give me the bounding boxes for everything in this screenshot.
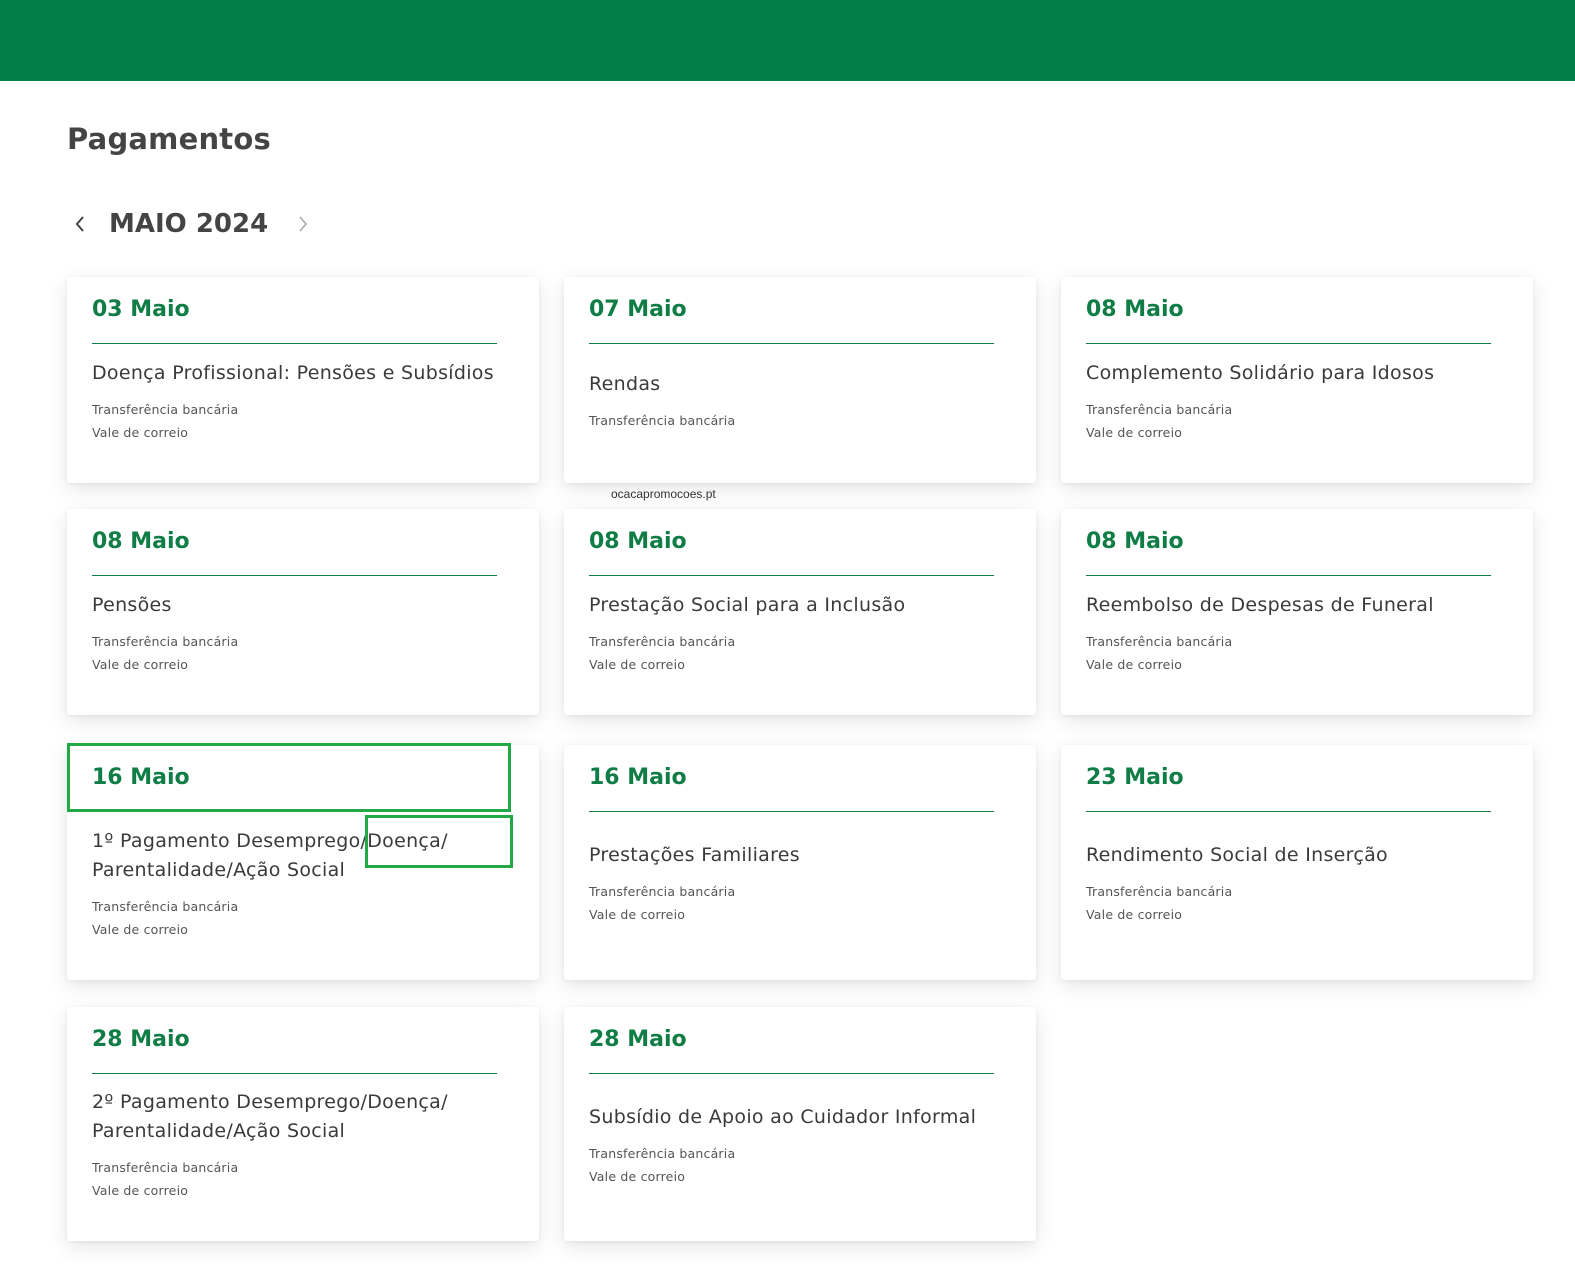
payment-method: Vale de correio (1086, 656, 1183, 672)
payment-card[interactable]: 08 Maio Complemento Solidário para Idoso… (1061, 277, 1533, 483)
payment-card[interactable]: 23 Maio Rendimento Social de Inserção Tr… (1061, 745, 1533, 980)
payment-date: 28 Maio (92, 1027, 190, 1052)
payment-date: 08 Maio (1086, 529, 1184, 554)
payment-method: Vale de correio (92, 656, 189, 672)
payment-title: Pensões (92, 593, 172, 616)
payment-method: Transferência bancária (589, 884, 736, 899)
payment-title: 2º Pagamento Desemprego/Doença/ Parental… (92, 1091, 448, 1142)
payment-method: Transferência bancária (1086, 633, 1233, 649)
payment-title: Reembolso de Despesas de Funeral (1086, 593, 1434, 616)
payment-title: Prestação Social para a Inclusão (589, 593, 906, 616)
payment-date: 08 Maio (92, 529, 190, 554)
payment-title: Rendas (589, 373, 661, 395)
payment-method: Transferência bancária (92, 1160, 239, 1175)
payment-method: Vale de correio (1086, 907, 1183, 922)
payment-title: Subsídio de Apoio ao Cuidador Informal (589, 1105, 977, 1128)
payment-method: Transferência bancária (589, 1145, 736, 1161)
payment-card[interactable]: 16 Maio Prestações Familiares Transferên… (564, 745, 1036, 980)
payment-method: Transferência bancária (589, 413, 736, 428)
payment-date: 16 Maio (589, 765, 687, 790)
payment-method: Transferência bancária (1086, 884, 1233, 899)
payment-method: Vale de correio (589, 907, 686, 922)
payment-title: Doença Profissional: Pensões e Subsídios (92, 361, 494, 384)
payment-method: Transferência bancária (1086, 401, 1233, 417)
payment-method: Transferência bancária (92, 633, 239, 649)
payment-title: Prestações Familiares (589, 844, 800, 866)
chevron-right-icon[interactable] (290, 209, 316, 239)
payment-method: Vale de correio (92, 1183, 189, 1198)
highlight-box-text (365, 815, 513, 868)
payment-method: Vale de correio (589, 656, 686, 672)
payment-card[interactable]: 08 Maio Pensões Transferência bancária V… (67, 509, 539, 715)
payment-method: Vale de correio (92, 921, 189, 937)
payment-date: 07 Maio (589, 297, 687, 322)
current-month-label: MAIO 2024 (109, 209, 269, 239)
payment-card[interactable]: 08 Maio Prestação Social para a Inclusão… (564, 509, 1036, 715)
payment-method: Vale de correio (92, 424, 189, 440)
payment-date: 08 Maio (1086, 297, 1184, 322)
watermark-text: ocacapromocoes.pt (611, 487, 716, 501)
chevron-left-icon[interactable] (67, 209, 93, 239)
payment-method: Vale de correio (1086, 424, 1183, 440)
payment-date: 28 Maio (589, 1027, 687, 1052)
payment-title: Rendimento Social de Inserção (1086, 844, 1388, 866)
top-header-bar (0, 0, 1575, 81)
payment-card[interactable]: 28 Maio 2º Pagamento Desemprego/Doença/ … (67, 1007, 539, 1241)
payment-method: Transferência bancária (92, 401, 239, 417)
payment-method: Transferência bancária (589, 633, 736, 649)
payment-method: Vale de correio (589, 1168, 686, 1184)
payment-date: 03 Maio (92, 297, 190, 322)
month-navigation: MAIO 2024 (67, 206, 316, 242)
payment-date: 23 Maio (1086, 765, 1184, 790)
payment-method: Transferência bancária (92, 898, 239, 914)
payment-card[interactable]: 07 Maio Rendas Transferência bancária (564, 277, 1036, 483)
payment-card[interactable]: 08 Maio Reembolso de Despesas de Funeral… (1061, 509, 1533, 715)
payment-title: Complemento Solidário para Idosos (1086, 361, 1435, 384)
payment-date: 08 Maio (589, 529, 687, 554)
payment-card[interactable]: 03 Maio Doença Profissional: Pensões e S… (67, 277, 539, 483)
highlight-box-date (67, 743, 511, 812)
payment-card[interactable]: 28 Maio Subsídio de Apoio ao Cuidador In… (564, 1007, 1036, 1241)
page-title: Pagamentos (67, 122, 271, 156)
